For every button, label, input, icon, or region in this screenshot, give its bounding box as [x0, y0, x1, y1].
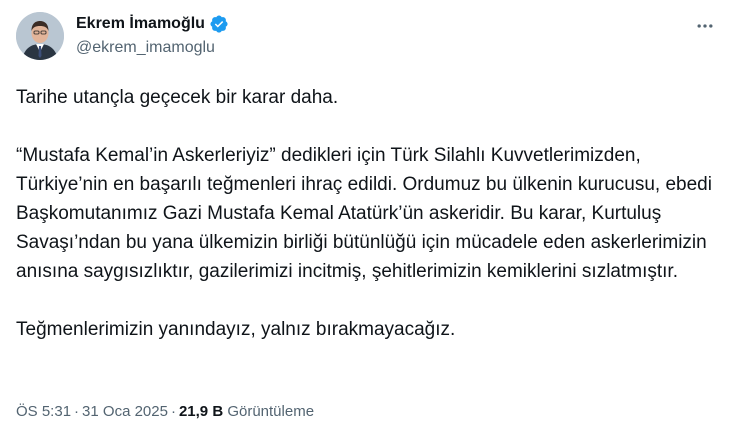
tweet-time: ÖS 5:31	[16, 403, 72, 420]
meta-separator: ·	[170, 403, 176, 420]
tweet-paragraph: “Mustafa Kemal’in Askerleriyiz” dedikler…	[16, 145, 718, 282]
author-handle[interactable]: @ekrem_imamoglu	[76, 38, 229, 58]
tweet-date: 31 Oca 2025	[82, 403, 168, 420]
more-options-button[interactable]	[688, 14, 722, 38]
author-block: Ekrem İmamoğlu @ekrem_imamoglu	[76, 13, 229, 58]
tweet-card: Ekrem İmamoğlu @ekrem_imamoglu Tarihe ut…	[0, 0, 732, 432]
verified-badge-icon[interactable]	[209, 14, 229, 34]
views-count: 21,9 B	[178, 403, 224, 420]
tweet-paragraph: Tarihe utançla geçecek bir karar daha.	[16, 87, 339, 108]
tweet-paragraph: Teğmenlerimizin yanındayız, yalnız bırak…	[16, 319, 456, 340]
tweet-timestamp-link[interactable]: ÖS 5:31 · 31 Oca 2025	[16, 403, 168, 420]
avatar-image	[16, 12, 64, 60]
more-horizontal-icon	[697, 24, 713, 28]
tweet-meta: ÖS 5:31 · 31 Oca 2025 · 21,9 B Görüntüleme	[16, 402, 314, 422]
views-label: Görüntüleme	[227, 403, 315, 420]
author-name[interactable]: Ekrem İmamoğlu	[76, 14, 205, 34]
tweet-text: Tarihe utançla geçecek bir karar daha. “…	[16, 83, 716, 344]
meta-separator: ·	[74, 403, 80, 420]
name-row: Ekrem İmamoğlu	[76, 13, 229, 35]
avatar[interactable]	[16, 12, 64, 60]
